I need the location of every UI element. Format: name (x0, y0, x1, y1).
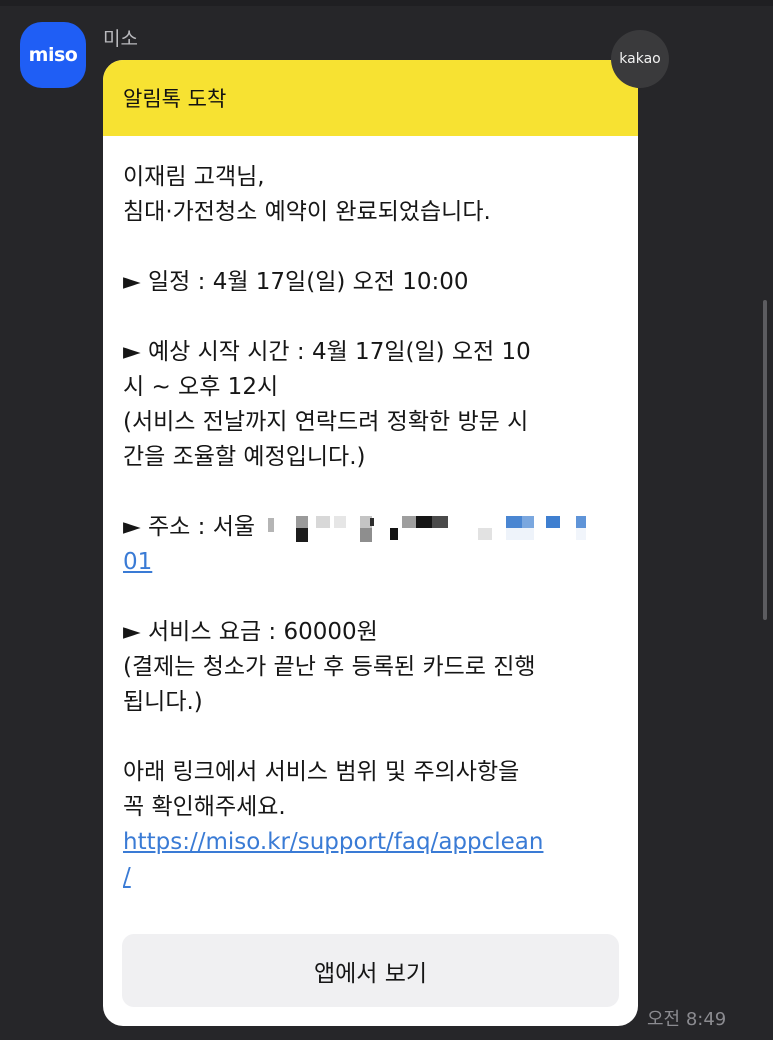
schedule-text: ► 일정 : 4월 17일(일) 오전 10:00 (123, 269, 469, 295)
faq-link-cont[interactable]: / (123, 864, 131, 890)
address-prefix: ► 주소 : 서울 (123, 514, 256, 540)
top-divider (0, 0, 773, 6)
start-time-text-cont: 시 ~ 오후 12시 (123, 374, 279, 400)
sender-avatar[interactable]: miso (20, 22, 86, 88)
start-time-text: ► 예상 시작 시간 : 4월 17일(일) 오전 10 (123, 339, 531, 365)
faq-link[interactable]: https://miso.kr/support/faq/appclean (123, 829, 543, 855)
address-suffix-link[interactable]: 01 (123, 549, 152, 575)
greeting-text: 이재림 고객님, (123, 164, 265, 190)
confirmation-text: 침대·가전청소 예약이 완료되었습니다. (123, 199, 491, 225)
sender-name: 미소 (103, 28, 138, 50)
scrollbar[interactable] (763, 300, 767, 620)
payment-note-cont: 됩니다.) (123, 689, 203, 715)
start-time-note: (서비스 전날까지 연락드려 정확한 방문 시 (123, 409, 529, 435)
support-faq-link-cont[interactable]: / (123, 860, 623, 895)
message-timestamp: 오전 8:49 (647, 1009, 727, 1030)
payment-note: (결제는 청소가 끝난 후 등록된 카드로 진행 (123, 654, 536, 680)
kakao-channel-badge: kakao (611, 30, 669, 88)
address-redaction-mosaic (266, 514, 616, 542)
address-line: ► 주소 : 서울 (123, 510, 623, 545)
message-body: 이재림 고객님, 침대·가전청소 예약이 완료되었습니다. ► 일정 : 4월 … (123, 160, 623, 895)
start-time-note-cont: 간을 조율할 예정입니다.) (123, 444, 366, 470)
message-bubble: 알림톡 도착 이재림 고객님, 침대·가전청소 예약이 완료되었습니다. ► 일… (103, 60, 638, 1026)
view-in-app-button[interactable]: 앱에서 보기 (122, 934, 619, 1007)
alimtalk-header-title: 알림톡 도착 (123, 87, 227, 111)
info-text-cont: 꼭 확인해주세요. (123, 794, 286, 820)
alimtalk-header: 알림톡 도착 (103, 60, 638, 136)
info-text: 아래 링크에서 서비스 범위 및 주의사항을 (123, 759, 520, 785)
avatar-logo-text: miso (28, 44, 78, 66)
view-in-app-label: 앱에서 보기 (313, 960, 428, 987)
address-detail-link[interactable]: 01 (123, 545, 623, 580)
support-faq-link[interactable]: https://miso.kr/support/faq/appclean (123, 825, 623, 860)
service-fee-text: ► 서비스 요금 : 60000원 (123, 619, 378, 645)
